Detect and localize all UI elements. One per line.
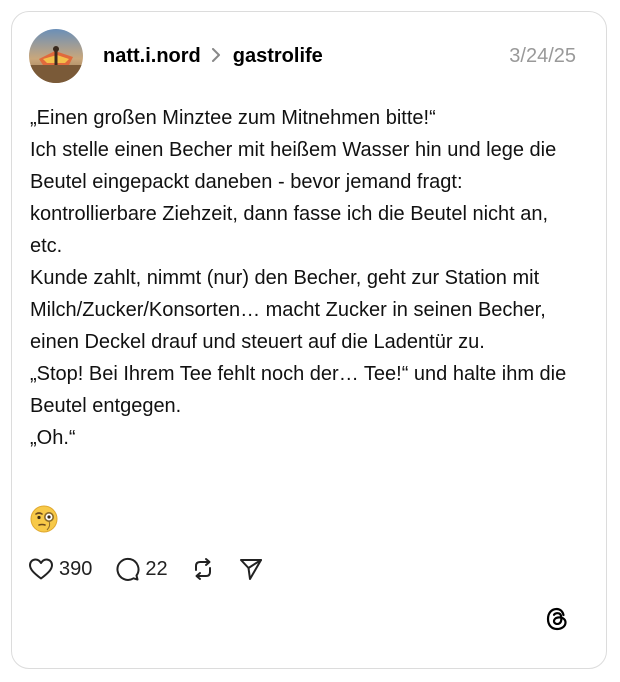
heart-icon bbox=[28, 557, 54, 581]
post-text: „Einen großen Minztee zum Mitnehmen bitt… bbox=[30, 107, 567, 449]
avatar[interactable] bbox=[29, 29, 83, 83]
comment-count: 22 bbox=[145, 557, 168, 580]
comment-bubble-icon bbox=[114, 556, 140, 582]
comment-button[interactable]: 22 bbox=[114, 556, 168, 582]
author-line: natt.i.nord gastrolife bbox=[103, 45, 323, 68]
post-header: natt.i.nord gastrolife 3/24/25 bbox=[29, 29, 576, 83]
community-name[interactable]: gastrolife bbox=[233, 45, 323, 68]
post-date: 3/24/25 bbox=[509, 44, 576, 67]
like-count: 390 bbox=[59, 557, 93, 580]
repost-icon bbox=[190, 556, 216, 582]
like-button[interactable]: 390 bbox=[28, 557, 92, 581]
action-bar: 390 22 bbox=[28, 556, 286, 582]
face-with-monocle-icon bbox=[29, 504, 59, 534]
send-icon bbox=[238, 556, 264, 582]
author-name[interactable]: natt.i.nord bbox=[103, 45, 201, 68]
chevron-right-icon bbox=[211, 46, 221, 67]
repost-button[interactable] bbox=[190, 556, 216, 582]
threads-logo-icon[interactable] bbox=[544, 606, 570, 632]
share-button[interactable] bbox=[238, 556, 264, 582]
